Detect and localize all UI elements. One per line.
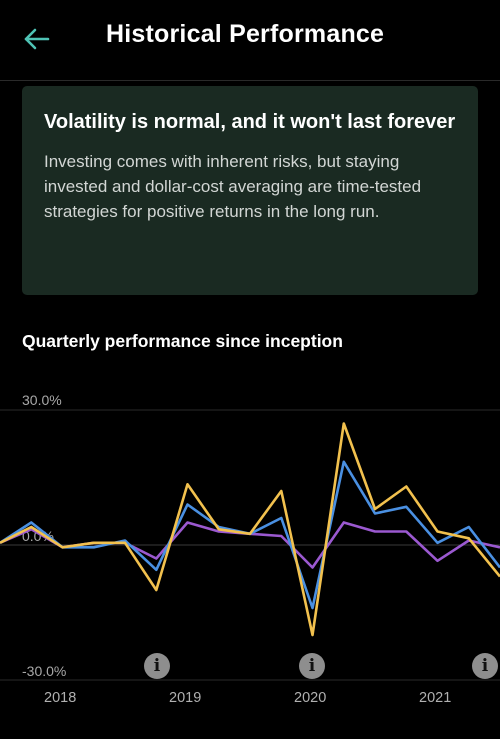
volatility-info-card: Volatility is normal, and it won't last … bbox=[22, 86, 478, 295]
info-icon[interactable]: i bbox=[472, 653, 498, 679]
header: Historical Performance bbox=[0, 0, 500, 78]
card-body: Investing comes with inherent risks, but… bbox=[44, 152, 422, 221]
x-tick-2020: 2020 bbox=[294, 690, 327, 706]
info-icon[interactable]: i bbox=[144, 653, 170, 679]
header-divider bbox=[0, 80, 500, 81]
back-button[interactable] bbox=[20, 22, 54, 56]
performance-line-chart bbox=[0, 409, 500, 681]
page-title: Historical Performance bbox=[106, 20, 385, 48]
arrow-left-icon bbox=[24, 28, 50, 50]
chart-section-title: Quarterly performance since inception bbox=[22, 331, 343, 351]
x-tick-2019: 2019 bbox=[169, 690, 202, 706]
card-title: Volatility is normal, and it won't last … bbox=[44, 111, 456, 133]
x-tick-2018: 2018 bbox=[44, 690, 77, 706]
info-icon[interactable]: i bbox=[299, 653, 325, 679]
x-tick-2021: 2021 bbox=[419, 690, 452, 706]
